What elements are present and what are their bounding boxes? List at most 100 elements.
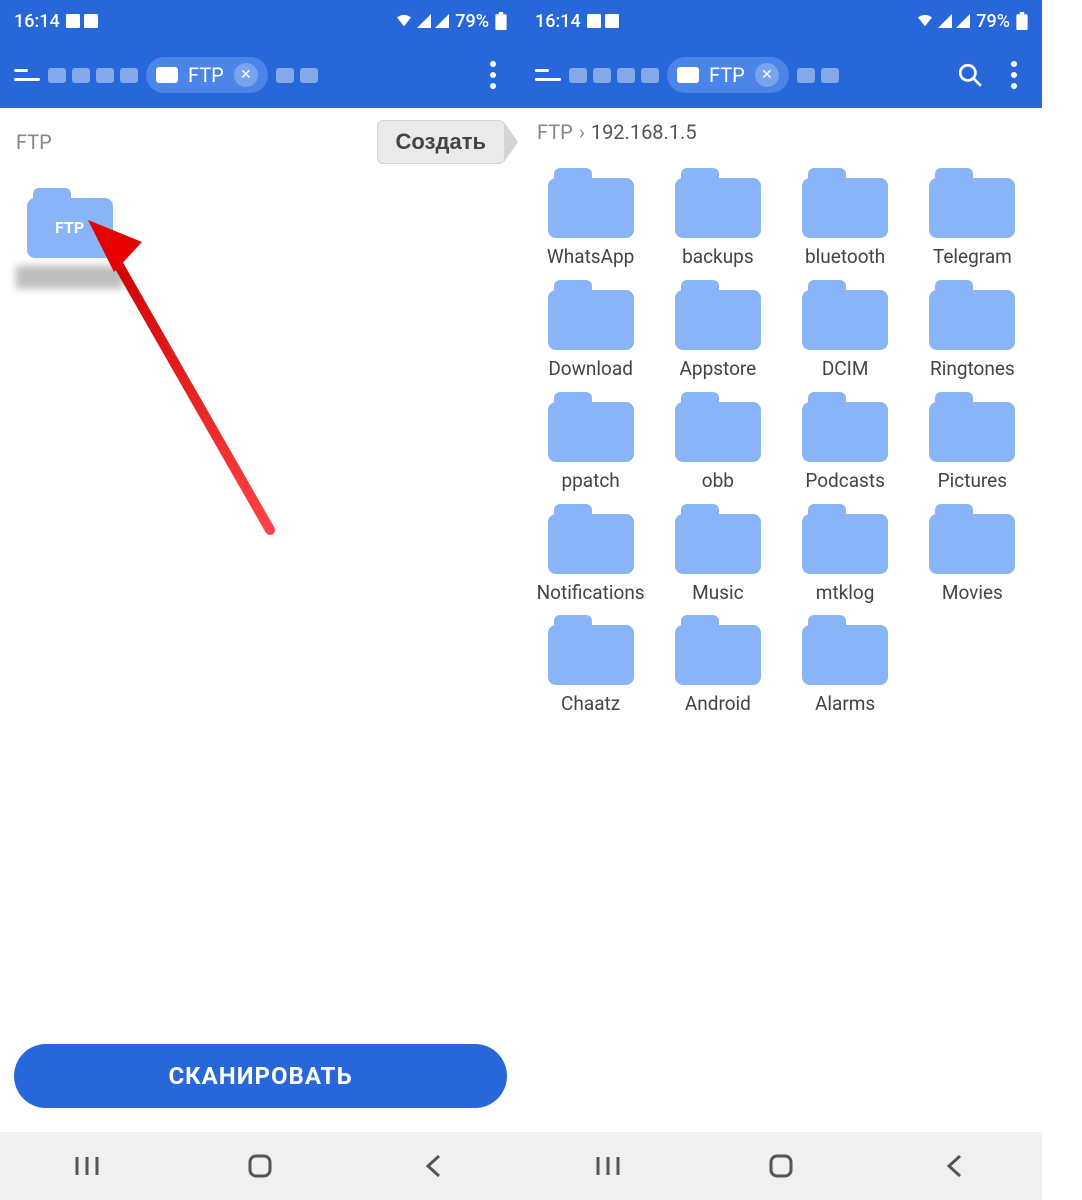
- folder-icon: [929, 392, 1015, 462]
- scan-button[interactable]: СКАНИРОВАТЬ: [14, 1044, 507, 1108]
- wifi-icon: [916, 14, 934, 28]
- tab-shortcuts[interactable]: [569, 68, 659, 83]
- home-icon[interactable]: [48, 68, 66, 83]
- folder-label: Alarms: [815, 693, 875, 715]
- folder-icon: [548, 615, 634, 685]
- active-tab[interactable]: FTP ✕: [667, 57, 789, 93]
- cloud-icon[interactable]: [593, 68, 611, 83]
- create-button[interactable]: Создать: [377, 120, 505, 164]
- folder-item[interactable]: Movies: [913, 504, 1032, 604]
- folder-item[interactable]: ppatch: [531, 392, 650, 492]
- folder-item[interactable]: Music: [658, 504, 777, 604]
- folder-label: Appstore: [680, 358, 757, 380]
- cloud2-icon[interactable]: [300, 68, 318, 83]
- folder-ftp[interactable]: FTP ████████: [10, 188, 129, 288]
- overflow-menu[interactable]: [996, 57, 1032, 93]
- breadcrumb[interactable]: FTP: [16, 130, 52, 154]
- close-tab-icon[interactable]: ✕: [234, 63, 258, 87]
- status-right-icons: [916, 14, 970, 28]
- folder-item[interactable]: DCIM: [786, 280, 905, 380]
- folder-label: DCIM: [822, 358, 869, 380]
- folder-item[interactable]: mtklog: [786, 504, 905, 604]
- folder-icon: [802, 392, 888, 462]
- tab-shortcuts[interactable]: [48, 68, 138, 83]
- folder-label: Android: [685, 693, 751, 715]
- folder-label: Download: [548, 358, 633, 380]
- crumb-path[interactable]: 192.168.1.5: [591, 120, 697, 144]
- cloud-icon[interactable]: [72, 68, 90, 83]
- drive-icon[interactable]: [617, 68, 635, 83]
- folder-item[interactable]: bluetooth: [786, 168, 905, 268]
- toolbar: FTP ✕: [0, 42, 521, 108]
- status-left-icons: [66, 14, 98, 28]
- chevron-right-icon: ›: [579, 120, 585, 144]
- crumb-root[interactable]: FTP: [537, 120, 573, 144]
- folder-item[interactable]: Chaatz: [531, 615, 650, 715]
- window-icon[interactable]: [797, 68, 815, 83]
- folder-label: obb: [702, 470, 734, 492]
- folder-icon: [802, 280, 888, 350]
- tab-shortcuts-right[interactable]: [797, 68, 839, 83]
- folder-icon: [675, 280, 761, 350]
- folder-item[interactable]: Podcasts: [786, 392, 905, 492]
- cloud2-icon[interactable]: [821, 68, 839, 83]
- drive-icon[interactable]: [96, 68, 114, 83]
- menu-button[interactable]: [531, 65, 561, 85]
- folder-icon: [675, 615, 761, 685]
- tab-label: FTP: [188, 63, 224, 87]
- status-bar: 16:14 79%: [0, 0, 521, 42]
- home-button[interactable]: [225, 1146, 295, 1186]
- home-button[interactable]: [746, 1146, 816, 1186]
- tab-shortcuts-right[interactable]: [276, 68, 318, 83]
- folder-icon: [675, 392, 761, 462]
- screen-right: 16:14 79% FTP ✕: [521, 0, 1042, 1200]
- signal-icon: [435, 14, 449, 28]
- overflow-menu[interactable]: [475, 57, 511, 93]
- home-icon[interactable]: [569, 68, 587, 83]
- back-button[interactable]: [920, 1146, 990, 1186]
- close-tab-icon[interactable]: ✕: [755, 63, 779, 87]
- folder-item[interactable]: Pictures: [913, 392, 1032, 492]
- folder-label: mtklog: [816, 582, 875, 604]
- recent-apps-button[interactable]: [573, 1146, 643, 1186]
- folder-label: Podcasts: [805, 470, 885, 492]
- drive2-icon[interactable]: [641, 68, 659, 83]
- folder-item[interactable]: WhatsApp: [531, 168, 650, 268]
- folder-label: Ringtones: [930, 358, 1015, 380]
- folder-icon: [548, 168, 634, 238]
- folder-label: Movies: [942, 582, 1003, 604]
- folder-item[interactable]: backups: [658, 168, 777, 268]
- folder-item[interactable]: Alarms: [786, 615, 905, 715]
- ftp-icon: [677, 67, 699, 83]
- folder-grid-left: FTP ████████: [0, 176, 521, 300]
- search-button[interactable]: [952, 57, 988, 93]
- wifi-icon: [395, 14, 413, 28]
- folder-icon: [802, 504, 888, 574]
- status-left-icons: [587, 14, 619, 28]
- folder-item[interactable]: Download: [531, 280, 650, 380]
- folder-label: bluetooth: [805, 246, 885, 268]
- menu-button[interactable]: [10, 65, 40, 85]
- folder-item[interactable]: Notifications: [531, 504, 650, 604]
- window-icon[interactable]: [276, 68, 294, 83]
- folder-icon: [675, 168, 761, 238]
- status-battery: 79%: [455, 11, 489, 32]
- status-time: 16:14: [535, 11, 581, 32]
- active-tab[interactable]: FTP ✕: [146, 57, 268, 93]
- folder-icon: [802, 168, 888, 238]
- folder-icon: [929, 504, 1015, 574]
- ftp-icon: [156, 67, 178, 83]
- folder-item[interactable]: Telegram: [913, 168, 1032, 268]
- folder-item[interactable]: Ringtones: [913, 280, 1032, 380]
- folder-label: Telegram: [933, 246, 1012, 268]
- back-button[interactable]: [399, 1146, 469, 1186]
- folder-item[interactable]: Android: [658, 615, 777, 715]
- breadcrumb-row: FTP Создать: [0, 108, 521, 176]
- drive2-icon[interactable]: [120, 68, 138, 83]
- folder-item[interactable]: Appstore: [658, 280, 777, 380]
- recent-apps-button[interactable]: [52, 1146, 122, 1186]
- status-bar: 16:14 79%: [521, 0, 1042, 42]
- folder-item[interactable]: obb: [658, 392, 777, 492]
- signal-icon: [938, 14, 952, 28]
- toolbar: FTP ✕: [521, 42, 1042, 108]
